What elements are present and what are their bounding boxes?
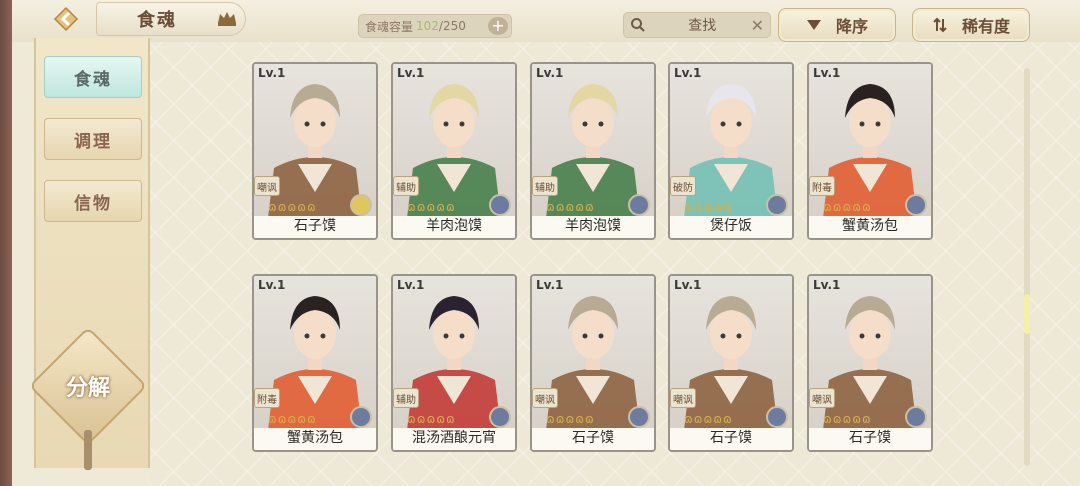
back-arrow-icon [53,6,79,32]
sort-rarity-label: 稀有度 [961,17,1010,36]
star-rating: ɷɷɷɷɷ [684,200,733,214]
star-rating: ɷɷɷɷɷ [684,412,733,426]
card-name: 混汤酒酿元宵 [393,428,515,450]
capacity-display: 食魂容量 102 /250 + [358,14,512,38]
food-soul-card[interactable]: Lv.1 辅助 ɷɷɷɷɷ 羊肉泡馍 [391,62,517,240]
star-rating: ɷɷɷɷɷ [268,412,317,426]
level-label: Lv.1 [536,66,564,80]
level-label: Lv.1 [813,66,841,80]
search-icon [631,18,645,32]
role-badge: 附毒 [254,388,280,408]
food-soul-card[interactable]: Lv.1 嘲讽 ɷɷɷɷɷ 石子馍 [252,62,378,240]
element-icon [905,194,927,216]
food-soul-card[interactable]: Lv.1 嘲讽 ɷɷɷɷɷ 石子馍 [530,274,656,452]
capacity-current: 102 [416,19,439,33]
star-rating: ɷɷɷɷɷ [546,412,595,426]
tab-label: 信物 [74,193,112,214]
card-name: 蟹黄汤包 [254,428,376,450]
role-badge: 嘲讽 [670,388,696,408]
element-icon [628,194,650,216]
sort-rarity-button[interactable]: 稀有度 [912,8,1030,42]
capacity-label: 食魂容量 [365,19,414,34]
star-rating: ɷɷɷɷɷ [546,200,595,214]
search-bar[interactable]: 查找 ✕ [623,12,771,38]
card-name: 羊肉泡馍 [532,216,654,238]
crown-icon[interactable] [216,8,238,28]
level-label: Lv.1 [258,66,286,80]
element-icon [489,406,511,428]
role-badge: 嘲讽 [532,388,558,408]
role-badge: 辅助 [393,176,419,196]
star-rating: ɷɷɷɷɷ [823,412,872,426]
scrollbar-thumb[interactable] [1024,294,1030,334]
role-badge: 嘲讽 [254,176,280,196]
card-name: 石子馍 [809,428,931,450]
level-label: Lv.1 [674,278,702,292]
role-badge: 辅助 [393,388,419,408]
close-icon[interactable]: ✕ [751,16,764,35]
level-label: Lv.1 [813,278,841,292]
card-name: 石子馍 [532,428,654,450]
role-badge: 破防 [670,176,696,196]
star-rating: ɷɷɷɷɷ [823,200,872,214]
tab-food-souls[interactable]: 食魂 [44,56,142,98]
tab-label: 食魂 [74,69,112,90]
star-rating: ɷɷɷɷɷ [268,200,317,214]
decompose-label[interactable]: 分解 [44,370,132,402]
sort-order-label: 降序 [835,17,868,36]
element-icon [350,406,372,428]
element-icon [489,194,511,216]
level-label: Lv.1 [397,66,425,80]
left-frame [0,0,12,486]
level-label: Lv.1 [536,278,564,292]
star-rating: ɷɷɷɷɷ [407,412,456,426]
scrollbar[interactable] [1024,68,1030,466]
food-soul-card[interactable]: Lv.1 辅助 ɷɷɷɷɷ 羊肉泡馍 [530,62,656,240]
search-input[interactable]: 查找 [654,15,751,35]
role-badge: 嘲讽 [809,388,835,408]
role-badge: 辅助 [532,176,558,196]
level-label: Lv.1 [258,278,286,292]
card-name: 石子馍 [254,216,376,238]
star-rating: ɷɷɷɷɷ [407,200,456,214]
element-icon [905,406,927,428]
tab-tokens[interactable]: 信物 [44,180,142,222]
sort-swap-icon [933,17,947,33]
back-button[interactable] [48,4,84,34]
food-soul-card[interactable]: Lv.1 附毒 ɷɷɷɷɷ 蟹黄汤包 [807,62,933,240]
food-soul-card[interactable]: Lv.1 嘲讽 ɷɷɷɷɷ 石子馍 [668,274,794,452]
food-soul-card[interactable]: Lv.1 嘲讽 ɷɷɷɷɷ 石子馍 [807,274,933,452]
tassel-decoration [84,430,92,470]
level-label: Lv.1 [674,66,702,80]
add-capacity-button[interactable]: + [488,17,508,35]
element-icon [350,194,372,216]
element-icon [766,194,788,216]
element-icon [628,406,650,428]
card-name: 蟹黄汤包 [809,216,931,238]
food-soul-card[interactable]: Lv.1 破防 ɷɷɷɷɷ 煲仔饭 [668,62,794,240]
role-badge: 附毒 [809,176,835,196]
chevron-down-icon [806,20,821,30]
food-soul-card[interactable]: Lv.1 附毒 ɷɷɷɷɷ 蟹黄汤包 [252,274,378,452]
tab-label: 调理 [74,131,112,152]
level-label: Lv.1 [397,278,425,292]
tab-conditioning[interactable]: 调理 [44,118,142,160]
sort-order-button[interactable]: 降序 [778,8,896,42]
food-soul-card[interactable]: Lv.1 辅助 ɷɷɷɷɷ 混汤酒酿元宵 [391,274,517,452]
capacity-max: /250 [438,19,466,33]
card-name: 煲仔饭 [670,216,792,238]
card-name: 羊肉泡馍 [393,216,515,238]
card-name: 石子馍 [670,428,792,450]
element-icon [766,406,788,428]
